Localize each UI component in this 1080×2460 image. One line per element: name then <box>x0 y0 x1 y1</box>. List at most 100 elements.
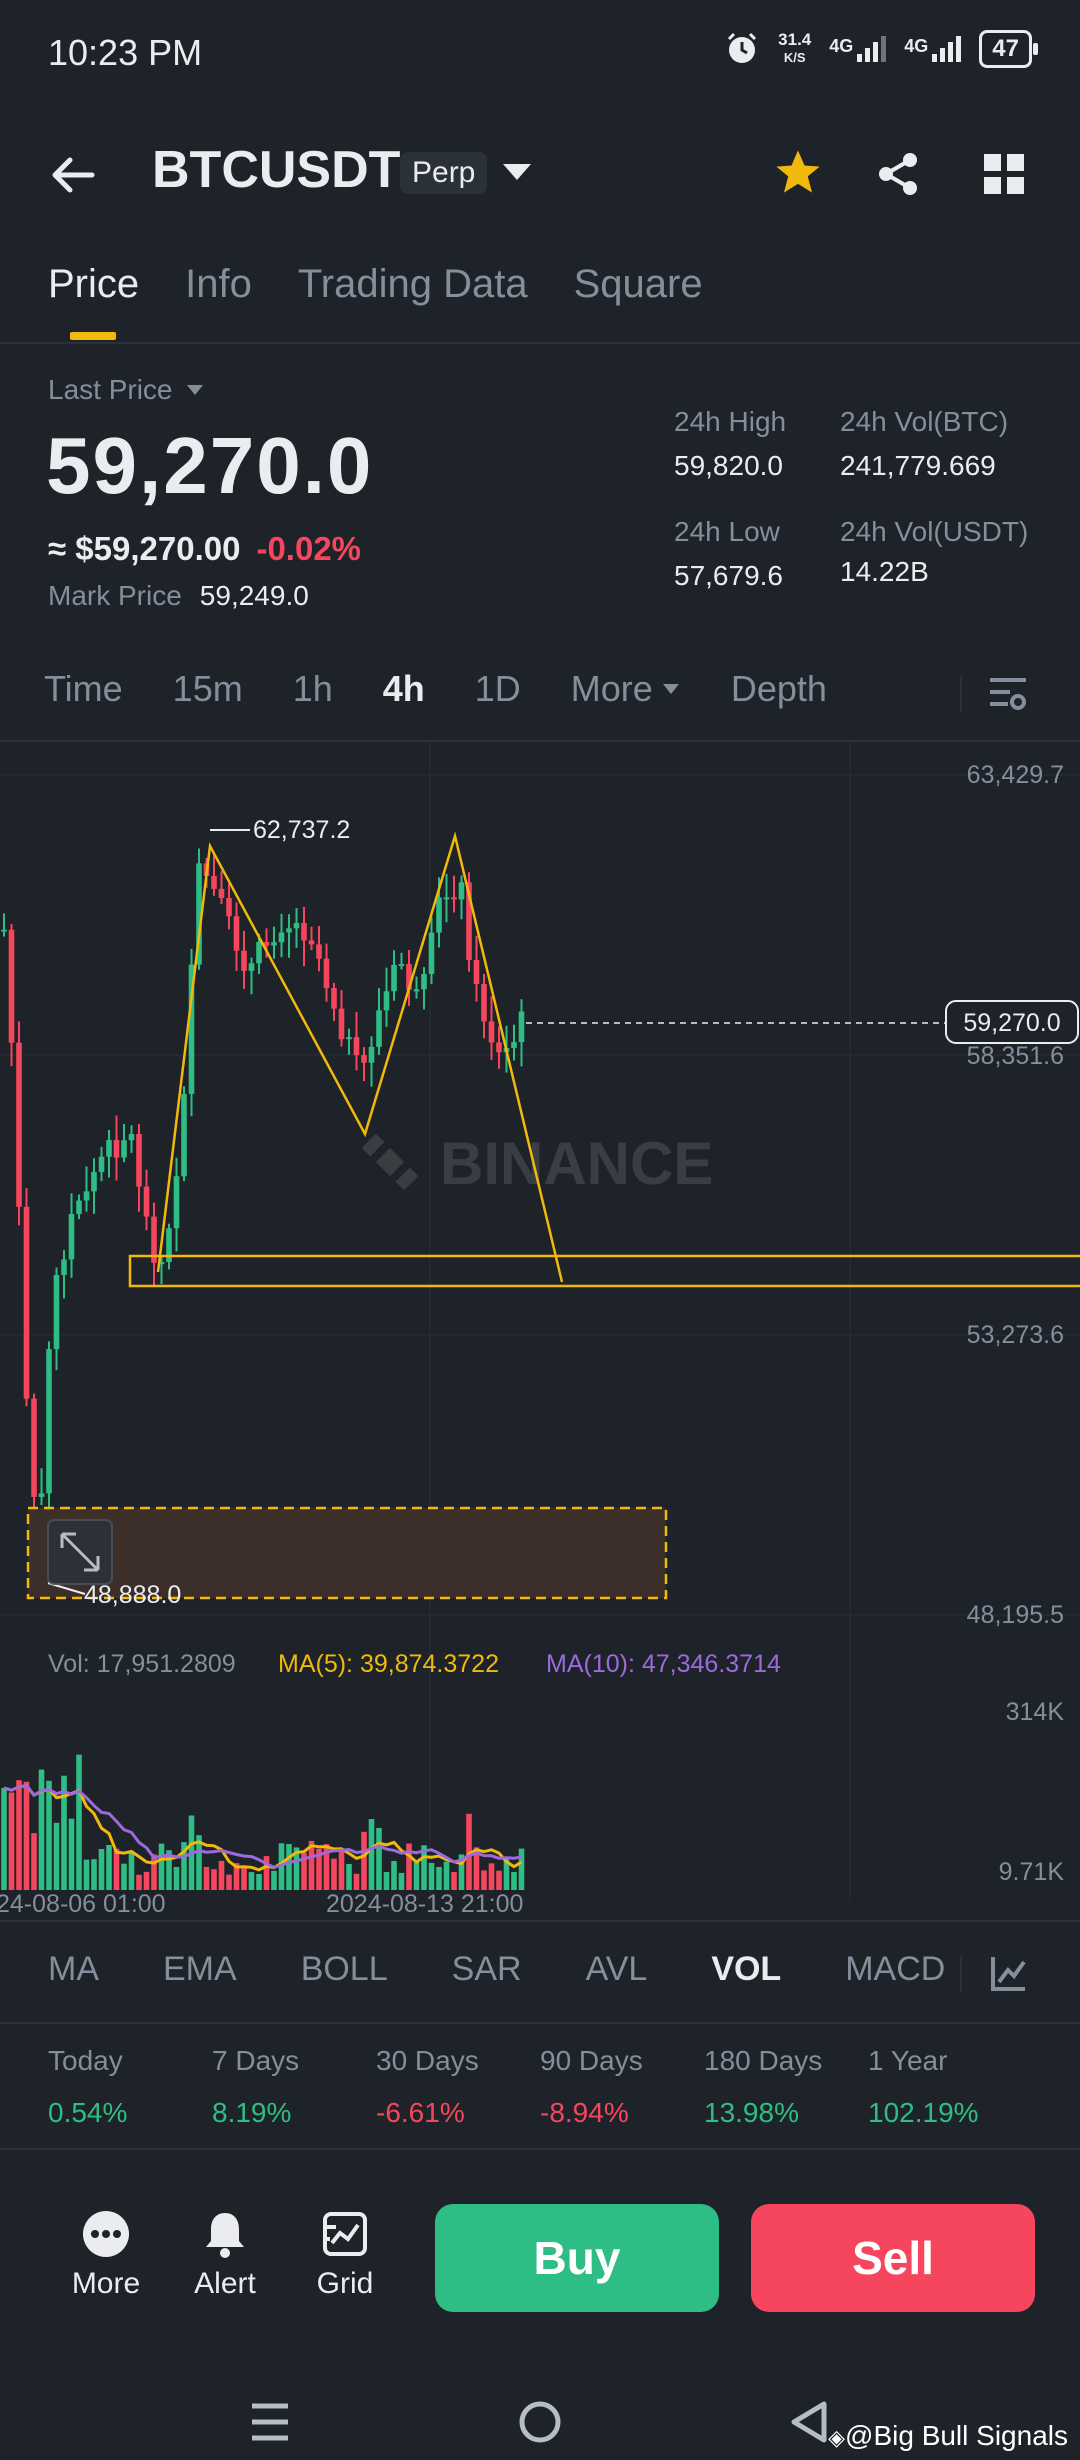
volume-bar <box>331 1858 337 1890</box>
symbol-title[interactable]: BTCUSDT <box>152 140 400 200</box>
chart-settings-icon <box>990 678 1026 710</box>
volume-bar <box>241 1865 247 1890</box>
active-tab-indicator <box>70 332 116 340</box>
back-button[interactable] <box>48 150 98 205</box>
volume-bar <box>211 1869 217 1890</box>
alert-action[interactable]: Alert <box>185 2209 265 2301</box>
indicator-ma[interactable]: MA <box>48 1950 99 1989</box>
status-bar: 10:23 PM 31.4 K/S 4G 4G 47 <box>0 0 1080 110</box>
symbol-dropdown[interactable] <box>500 160 534 189</box>
candle-body <box>1 929 7 932</box>
price-axis-label: 53,273.6 <box>967 1321 1064 1349</box>
last-price-selector[interactable]: Last Price <box>48 374 205 406</box>
candle-body <box>83 1191 90 1201</box>
tab-price[interactable]: Price <box>48 262 139 307</box>
timeframe-1d[interactable]: 1D <box>475 668 521 710</box>
candle-body <box>173 1176 180 1229</box>
candlestick-chart[interactable]: BINANCE 62,737.2 48,888.0 59,270.0 63,42… <box>0 742 1080 1922</box>
volume-bar <box>353 1873 360 1890</box>
divider <box>960 676 962 712</box>
contract-type-badge: Perp <box>400 152 488 194</box>
timeframe-1h[interactable]: 1h <box>293 668 333 710</box>
sell-button[interactable]: Sell <box>751 2204 1035 2312</box>
recents-button[interactable] <box>248 2400 292 2449</box>
volume-bar <box>31 1833 37 1890</box>
chart-settings-button[interactable] <box>988 676 1028 717</box>
mark-price-value: 59,249.0 <box>199 580 309 611</box>
candle-body <box>518 1011 525 1043</box>
status-icons: 31.4 K/S 4G 4G 47 <box>724 30 1038 68</box>
candle-body <box>361 1055 367 1063</box>
pattern-drawing <box>156 831 564 1283</box>
tab-trading-data[interactable]: Trading Data <box>298 262 528 307</box>
volume-bar <box>368 1819 375 1890</box>
timeframe-more[interactable]: More <box>571 668 681 710</box>
signal-2: 4G <box>904 36 962 62</box>
candle-body <box>398 964 405 967</box>
bell-icon <box>206 2213 244 2258</box>
perf-7-days: 7 Days 8.19% <box>212 2045 300 2128</box>
candle-body <box>98 1156 105 1172</box>
tab-info[interactable]: Info <box>185 262 252 307</box>
current-price-tag-text: 59,270.0 <box>963 1009 1060 1037</box>
buy-button[interactable]: Buy <box>435 2204 719 2312</box>
candle-body <box>76 1200 82 1215</box>
candle-body <box>91 1171 97 1192</box>
candle-body <box>16 1042 22 1207</box>
more-dots-icon <box>83 2211 129 2257</box>
volume-bar <box>271 1870 277 1890</box>
share-button[interactable] <box>874 150 922 203</box>
volume-bar <box>488 1863 495 1890</box>
grid-action[interactable]: Grid <box>305 2209 385 2301</box>
timeframe-15m[interactable]: 15m <box>173 668 243 710</box>
indicator-ema[interactable]: EMA <box>163 1950 237 1989</box>
back-nav-button[interactable] <box>788 2400 832 2449</box>
more-action[interactable]: More <box>66 2209 146 2301</box>
date-label: 2024-08-13 21:00 <box>326 1890 523 1918</box>
fullscreen-button[interactable] <box>47 1519 113 1585</box>
volume-bar <box>451 1871 457 1890</box>
candle-body <box>436 897 442 933</box>
volume-bar <box>286 1843 292 1890</box>
mark-price-label: Mark Price <box>48 580 182 611</box>
timeframe-time[interactable]: Time <box>44 668 123 710</box>
favorite-button[interactable] <box>772 146 824 203</box>
volume-bar <box>413 1861 420 1890</box>
indicator-settings-button[interactable] <box>990 1954 1028 1997</box>
candle-body <box>233 916 240 951</box>
indicator-macd[interactable]: MACD <box>845 1950 945 1989</box>
timeframe-4h[interactable]: 4h <box>383 668 425 710</box>
perf-180-days: 180 Days 13.98% <box>704 2045 823 2128</box>
chevron-down-icon <box>503 164 531 180</box>
candle-body <box>23 1206 30 1399</box>
depth-tab[interactable]: Depth <box>731 668 827 710</box>
divider <box>0 2022 1080 2024</box>
back-triangle-icon <box>791 2401 827 2443</box>
divider <box>960 1956 962 1992</box>
volume-bar <box>113 1848 120 1890</box>
price-axis-label: 58,351.6 <box>967 1042 1064 1070</box>
candle-body <box>256 942 262 964</box>
grid-icon <box>984 154 1024 194</box>
star-icon <box>776 150 820 193</box>
candle-body <box>376 1010 382 1047</box>
candle-body <box>61 1259 67 1275</box>
volume-bar <box>68 1818 75 1890</box>
tab-square[interactable]: Square <box>574 262 703 307</box>
candle-body <box>68 1214 75 1260</box>
indicator-avl[interactable]: AVL <box>586 1950 648 1989</box>
volume-bar <box>256 1873 262 1890</box>
volume-bar <box>391 1860 397 1890</box>
candle-body <box>331 987 337 1009</box>
volume-legend-ma5: MA(5): 39,874.3722 <box>278 1650 499 1678</box>
indicator-sar[interactable]: SAR <box>452 1950 522 1989</box>
layout-grid-button[interactable] <box>982 152 1026 201</box>
volume-bar <box>376 1827 382 1890</box>
home-button[interactable] <box>518 2400 562 2449</box>
volume-bar <box>361 1831 367 1890</box>
volume-bar <box>218 1860 225 1890</box>
volume-bar <box>151 1854 157 1890</box>
indicator-vol[interactable]: VOL <box>711 1950 781 1989</box>
indicator-boll[interactable]: BOLL <box>301 1950 388 1989</box>
candle-body <box>473 959 480 984</box>
